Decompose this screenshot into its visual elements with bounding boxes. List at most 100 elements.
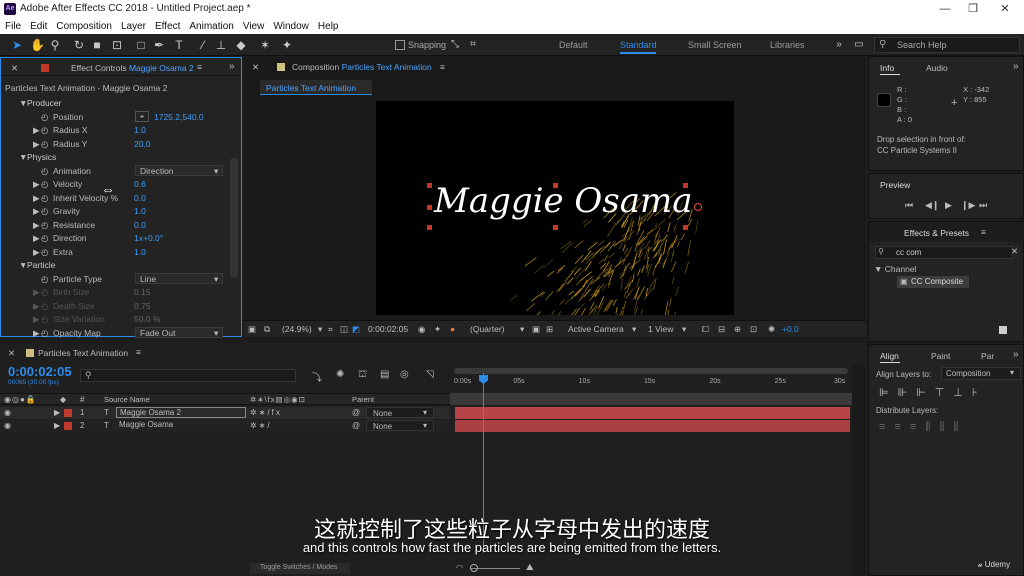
effect-property-row[interactable]: ▶ ◴ Resistance 0.0 (1, 219, 241, 232)
layer-label-color[interactable] (64, 409, 72, 417)
layer-expand-icon[interactable]: ▶ (54, 408, 60, 417)
play-icon[interactable]: ▶ (945, 200, 952, 211)
property-expand-icon[interactable]: ▶ (33, 125, 40, 136)
effect-property-row[interactable]: ▶ ◴ Direction 1x+0.0° (1, 232, 241, 245)
stopwatch-icon[interactable]: ◴ (41, 274, 48, 285)
view-layout-dropdown[interactable]: 1 View (648, 324, 673, 334)
mask-icon[interactable]: ◫ (340, 324, 348, 335)
timeline-icon[interactable]: ⊟ (718, 324, 725, 335)
property-expand-icon[interactable]: ▶ (33, 193, 40, 204)
effect-property-row[interactable]: ▶ ◴ Radius Y 20.0 (1, 138, 241, 151)
align-tab[interactable]: Align (880, 351, 899, 361)
parent-column-header[interactable]: Parent (352, 395, 374, 404)
snap-grid-icon[interactable]: ⌗ (466, 38, 480, 52)
zoom-in-icon[interactable]: ⛰ (526, 562, 534, 573)
menu-composition[interactable]: Composition (56, 21, 112, 32)
work-area-range[interactable] (450, 393, 852, 405)
comp-close-icon[interactable]: ✕ (252, 62, 259, 73)
effect-property-row[interactable]: ◴ Position ⌖ 1725.2,540.0 (1, 110, 241, 124)
work-area-bar[interactable] (454, 368, 848, 374)
effect-controls-scrollbar[interactable] (230, 158, 238, 278)
workspace-menu-icon[interactable]: » (832, 38, 846, 52)
effect-property-row[interactable]: ▶ ◴ Size Variation 50.0 % (1, 313, 241, 326)
menu-file[interactable]: File (5, 21, 21, 32)
selection-tool-icon[interactable]: ➤ (10, 38, 24, 52)
paint-tab[interactable]: Paint (931, 351, 950, 361)
visibility-eye-icon[interactable]: ◉ (4, 408, 11, 417)
menu-window[interactable]: Window (273, 21, 309, 32)
effects-presets-tab[interactable]: Effects & Presets (904, 228, 969, 238)
transparency-grid-icon[interactable]: ◩ (352, 324, 360, 335)
stopwatch-icon[interactable]: ◴ (41, 220, 48, 231)
property-expand-icon[interactable]: ▶ (33, 247, 40, 258)
label-column-icon[interactable]: ◆ (60, 395, 66, 404)
property-value[interactable]: 1.0 (134, 206, 146, 216)
align-buttons-icon[interactable]: ⊫⊪⊩⊤⊥⊦ (879, 386, 987, 399)
timeline-search-field[interactable]: ⚲ (80, 369, 296, 382)
effects-search-field[interactable]: ⚲ cc com (875, 246, 1013, 259)
clear-search-icon[interactable]: ✕ (1011, 246, 1018, 257)
type-tool-icon[interactable]: T (172, 38, 186, 52)
stopwatch-icon[interactable]: ◴ (41, 112, 48, 123)
zoom-tool-icon[interactable]: ⚲ (48, 38, 62, 52)
effect-property-row[interactable]: ▶ ◴ Birth Size 0.15 (1, 286, 241, 299)
toggle-switches-button[interactable]: Toggle Switches / Modes (250, 563, 350, 574)
stopwatch-icon[interactable]: ◴ (41, 287, 48, 298)
property-expand-icon[interactable]: ▶ (33, 139, 40, 150)
camera-dropdown-icon[interactable]: ▾ (632, 324, 636, 335)
show-snapshot-icon[interactable]: ✦ (434, 324, 441, 335)
motion-blur-icon[interactable]: ◎ (400, 369, 409, 380)
effect-controls-tab[interactable]: Effect Controls Maggie Osama 2 (71, 63, 194, 73)
position-target-icon[interactable]: ⌖ (135, 110, 149, 122)
zoom-dropdown-icon[interactable]: ▾ (318, 324, 322, 335)
distribute-buttons-icon[interactable]: ≡≡≡⫼⫼⫼ (879, 421, 967, 434)
info-panel-expand-icon[interactable]: » (1013, 61, 1019, 72)
minimize-button[interactable]: — (930, 1, 960, 17)
stopwatch-icon[interactable]: ◴ (41, 301, 48, 312)
snapping-checkbox[interactable] (395, 40, 405, 50)
fast-preview-icon[interactable]: ⧠ (702, 324, 709, 335)
bbox-handle[interactable] (683, 183, 688, 188)
layer-1-bar[interactable] (455, 407, 850, 419)
snap-icon[interactable]: ⤡ (448, 38, 462, 52)
effect-property-row[interactable]: ▶ ◴ Inherit Velocity % 0.0 (1, 192, 241, 205)
stopwatch-icon[interactable]: ◴ (41, 247, 48, 258)
timeline-menu-icon[interactable]: ≡ (136, 347, 141, 357)
effect-group-row[interactable]: ▼ Producer (1, 97, 241, 110)
comp-panel-menu-icon[interactable]: ≡ (440, 62, 445, 72)
property-value[interactable]: 0.0 (134, 220, 146, 230)
audio-tab[interactable]: Audio (926, 63, 948, 73)
effect-property-row[interactable]: ▶ ◴ Velocity 0.6 (1, 178, 241, 191)
comp-flowchart-icon[interactable]: ⊕ (734, 324, 741, 335)
brush-tool-icon[interactable]: ⁄ (196, 38, 210, 52)
workspace-libraries[interactable]: Libraries (770, 40, 805, 50)
stopwatch-icon[interactable]: ◴ (41, 206, 48, 217)
layer-switches-icon[interactable]: ✲∗/ (250, 421, 272, 430)
stopwatch-icon[interactable]: ◴ (41, 166, 48, 177)
canvas-text[interactable]: Maggie Osama (434, 181, 693, 221)
effect-group-row[interactable]: ▼ Physics (1, 151, 241, 164)
panel-expand-icon[interactable]: » (229, 61, 235, 72)
hand-tool-icon[interactable]: ✋ (30, 38, 45, 52)
property-value[interactable]: 20.0 (134, 139, 151, 149)
property-value[interactable]: 0.6 (134, 179, 146, 189)
last-frame-icon[interactable]: ⏭ (979, 200, 987, 211)
region-of-interest-icon[interactable]: ▣ (532, 324, 540, 335)
transparency-icon[interactable]: ⊞ (546, 324, 553, 335)
effect-property-row[interactable]: ▶ ◴ Gravity 1.0 (1, 205, 241, 218)
property-expand-icon[interactable]: ▶ (33, 314, 40, 325)
layer-name[interactable]: Maggie Osama 2 (116, 407, 246, 418)
maximize-button[interactable]: ❐ (958, 1, 988, 17)
property-dropdown[interactable]: Line ▾ (135, 272, 223, 284)
property-expand-icon[interactable]: ▶ (33, 301, 40, 312)
layer-row[interactable]: ◉ ▶ 1 T Maggie Osama 2 ✲∗/fx @ None ▾ (0, 407, 450, 419)
resolution-dropdown-icon[interactable]: ▾ (520, 324, 524, 335)
switches-column-icon[interactable]: ✲∗\fx▤◎◉⊡ (250, 395, 306, 404)
effect-property-row[interactable]: ◴ Particle Type Line ▾ (1, 272, 241, 286)
parent-pickwhip-icon[interactable]: @ (352, 408, 360, 417)
property-value[interactable]: 1x+0.0° (134, 233, 163, 243)
comp-mini-flowchart-icon[interactable]: ⤵ (312, 369, 322, 384)
3d-renderer-icon[interactable]: ⊡ (750, 324, 757, 335)
parent-dropdown[interactable]: None ▾ (366, 407, 434, 418)
puppet-pin-tool-icon[interactable]: ✦ (280, 38, 294, 52)
